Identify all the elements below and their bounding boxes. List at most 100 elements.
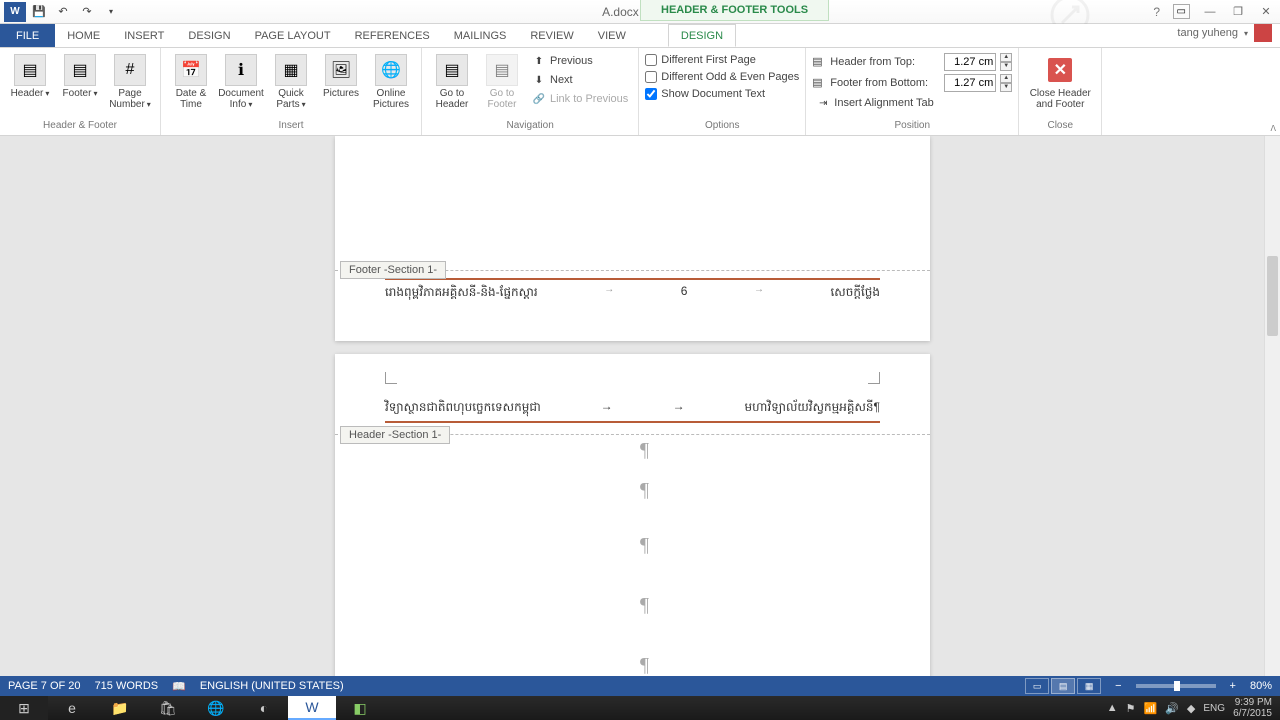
user-name: tang yuheng (1177, 27, 1238, 39)
help-icon[interactable]: ? (1153, 5, 1160, 19)
start-button[interactable]: ⊞ (0, 696, 48, 720)
footer-from-bottom-input[interactable] (944, 74, 996, 92)
tab-hf-design[interactable]: DESIGN (668, 24, 736, 47)
taskbar-app-icon[interactable]: ◐ (240, 696, 288, 720)
header-button[interactable]: ▤ Header (6, 50, 54, 99)
user-account[interactable]: tang yuheng ▾ (1177, 24, 1272, 42)
read-mode-button[interactable]: ▭ (1025, 678, 1049, 694)
ribbon-display-icon[interactable]: ▭ (1173, 4, 1190, 19)
word-count[interactable]: 715 WORDS (95, 680, 159, 692)
header-zone[interactable]: វិទ្យាស្ថានជាតិពហុបច្ចេកទេសកម្ពុជា → → ម… (385, 399, 880, 427)
zoom-out-button[interactable]: − (1115, 680, 1121, 692)
qat-customize-icon[interactable]: ▾ (100, 2, 122, 22)
minimize-button[interactable]: — (1196, 2, 1224, 22)
taskbar-ie-icon[interactable]: e (48, 696, 96, 720)
pilcrow-icon: ¶ (640, 439, 649, 462)
goto-header-button[interactable]: ▤ Go to Header (428, 50, 476, 110)
pictures-icon: 🖼 (325, 54, 357, 86)
ribbon-tabs: FILE HOME INSERT DESIGN PAGE LAYOUT REFE… (0, 24, 1280, 48)
proofing-icon[interactable]: 📖 (172, 680, 186, 693)
previous-button[interactable]: ⬆Previous (528, 52, 632, 70)
window-controls: — ❐ ✕ (1196, 2, 1280, 22)
tray-network-icon[interactable]: 📶 (1144, 702, 1158, 715)
tray-language[interactable]: ENG (1203, 703, 1225, 714)
system-tray: ▲ ⚑ 📶 🔊 ◆ ENG 9:39 PM 6/7/2015 (1107, 697, 1280, 719)
goto-header-icon: ▤ (436, 54, 468, 86)
tab-view[interactable]: VIEW (586, 24, 638, 47)
web-layout-button[interactable]: ▦ (1077, 678, 1101, 694)
scrollbar-thumb[interactable] (1267, 256, 1278, 336)
taskbar-browser-icon[interactable]: 🌐 (192, 696, 240, 720)
zoom-in-button[interactable]: + (1230, 680, 1236, 692)
group-label: Options (645, 120, 799, 133)
taskbar-camtasia-icon[interactable]: ◧ (336, 696, 384, 720)
quick-parts-icon: ▦ (275, 54, 307, 86)
different-first-page-checkbox[interactable]: Different First Page (645, 52, 799, 68)
page-number-button[interactable]: # Page Number (106, 50, 154, 110)
tray-flag-icon[interactable]: ⚑ (1126, 702, 1136, 715)
goto-footer-button[interactable]: ▤ Go to Footer (478, 50, 526, 110)
save-icon[interactable]: 💾 (28, 2, 50, 22)
spinner[interactable]: ▲▼ (1000, 74, 1012, 92)
redo-icon[interactable]: ↷ (76, 2, 98, 22)
document-info-button[interactable]: ℹ Document Info (217, 50, 265, 110)
page: Footer -Section 1- រោងពុម្ពវិភាគអគ្គិសនី… (335, 136, 930, 341)
print-layout-button[interactable]: ▤ (1051, 678, 1075, 694)
close-window-button[interactable]: ✕ (1252, 2, 1280, 22)
zoom-slider[interactable] (1136, 684, 1216, 688)
date-time-icon: 📅 (175, 54, 207, 86)
taskbar-word-icon[interactable]: W (288, 696, 336, 720)
show-document-text-checkbox[interactable]: Show Document Text (645, 86, 799, 102)
tab-references[interactable]: REFERENCES (343, 24, 442, 47)
date-time-button[interactable]: 📅 Date & Time (167, 50, 215, 110)
tab-home[interactable]: HOME (55, 24, 112, 47)
taskbar-store-icon[interactable]: 🛍 (144, 696, 192, 720)
tab-insert[interactable]: INSERT (112, 24, 176, 47)
header-right-text: មហាវិទ្យាល័យវិស្វកម្មអគ្គិសនី¶ (744, 399, 880, 417)
tray-volume-icon[interactable]: 🔊 (1165, 702, 1179, 715)
tab-mailings[interactable]: MAILINGS (442, 24, 519, 47)
pilcrow-icon: ¶ (640, 594, 649, 617)
close-x-icon: ✕ (1048, 58, 1072, 82)
footer-page-number: 6 (681, 284, 688, 302)
spinner[interactable]: ▲▼ (1000, 53, 1012, 71)
group-label: Header & Footer (6, 120, 154, 133)
online-pictures-button[interactable]: 🌐 Online Pictures (367, 50, 415, 110)
context-tab-label: HEADER & FOOTER TOOLS (640, 0, 829, 21)
insert-alignment-tab-button[interactable]: ⇥Insert Alignment Tab (812, 94, 1012, 112)
tray-app-icon[interactable]: ◆ (1187, 702, 1195, 715)
header-from-top-input[interactable] (944, 53, 996, 71)
tab-page-layout[interactable]: PAGE LAYOUT (243, 24, 343, 47)
next-button[interactable]: ⬇Next (528, 71, 632, 89)
zoom-level[interactable]: 80% (1250, 680, 1272, 692)
link-to-previous-button[interactable]: 🔗Link to Previous (528, 90, 632, 108)
undo-icon[interactable]: ↶ (52, 2, 74, 22)
header-top-icon: ▤ (812, 55, 826, 69)
footer-button[interactable]: ▤ Footer (56, 50, 104, 99)
goto-footer-icon: ▤ (486, 54, 518, 86)
taskbar-explorer-icon[interactable]: 📁 (96, 696, 144, 720)
tab-arrow-icon: → (604, 284, 614, 302)
alignment-tab-icon: ⇥ (816, 96, 830, 110)
tab-design[interactable]: DESIGN (176, 24, 242, 47)
collapse-ribbon-icon[interactable]: ᐱ (1271, 124, 1276, 133)
close-header-footer-button[interactable]: ✕ Close Header and Footer (1025, 50, 1095, 110)
language-indicator[interactable]: ENGLISH (UNITED STATES) (200, 680, 344, 692)
pictures-button[interactable]: 🖼 Pictures (317, 50, 365, 99)
tray-clock[interactable]: 9:39 PM 6/7/2015 (1233, 697, 1272, 719)
tab-arrow-icon: → (754, 284, 764, 302)
different-odd-even-checkbox[interactable]: Different Odd & Even Pages (645, 69, 799, 85)
quick-parts-button[interactable]: ▦ Quick Parts (267, 50, 315, 110)
group-options: Different First Page Different Odd & Eve… (639, 48, 806, 135)
tray-up-icon[interactable]: ▲ (1107, 702, 1118, 714)
footer-zone[interactable]: រោងពុម្ពវិភាគអគ្គិសនី-និង-ផ្នែកស្ដារ → 6… (385, 278, 880, 302)
footer-section-tag: Footer -Section 1- (340, 261, 446, 279)
tab-review[interactable]: REVIEW (518, 24, 585, 47)
word-icon[interactable]: W (4, 2, 26, 22)
vertical-scrollbar[interactable] (1264, 136, 1280, 684)
document-info-icon: ℹ (225, 54, 257, 86)
page-indicator[interactable]: PAGE 7 OF 20 (8, 680, 81, 692)
document-canvas[interactable]: Footer -Section 1- រោងពុម្ពវិភាគអគ្គិសនី… (0, 136, 1264, 684)
tab-file[interactable]: FILE (0, 24, 55, 47)
restore-button[interactable]: ❐ (1224, 2, 1252, 22)
